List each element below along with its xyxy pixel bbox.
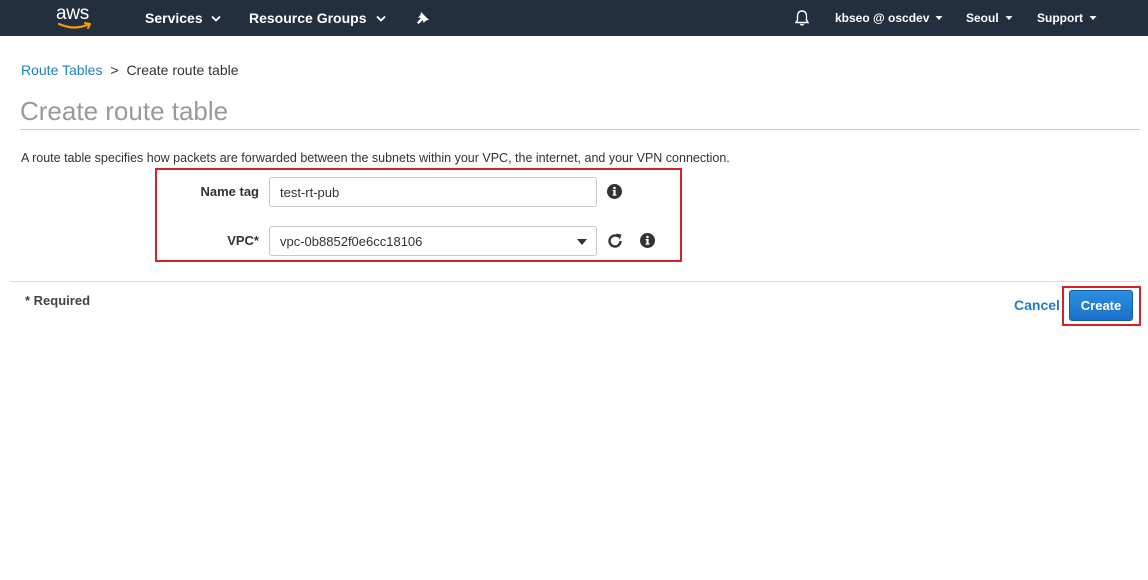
chevron-down-icon — [376, 15, 387, 22]
breadcrumb-route-tables-link[interactable]: Route Tables — [21, 62, 102, 78]
name-tag-label: Name tag — [200, 184, 259, 199]
vpc-select[interactable]: vpc-0b8852f0e6cc18106 — [269, 226, 597, 256]
breadcrumb-current: Create route table — [126, 62, 239, 78]
page-description: A route table specifies how packets are … — [21, 151, 730, 165]
breadcrumb: Route Tables > Create route table — [21, 62, 239, 78]
chevron-down-icon — [935, 15, 943, 21]
chevron-down-icon — [1089, 15, 1097, 21]
breadcrumb-separator: > — [110, 62, 119, 78]
vpc-selected-value: vpc-0b8852f0e6cc18106 — [280, 233, 423, 249]
aws-smile-icon — [58, 22, 91, 29]
cancel-button[interactable]: Cancel — [1014, 297, 1060, 313]
resource-groups-label: Resource Groups — [249, 10, 367, 26]
region-menu[interactable]: Seoul — [966, 0, 1013, 36]
page-title: Create route table — [20, 96, 229, 126]
pin-icon[interactable] — [414, 9, 432, 27]
info-icon[interactable] — [606, 183, 622, 199]
footer-divider — [10, 281, 1140, 282]
resource-groups-menu[interactable]: Resource Groups — [249, 0, 387, 36]
support-label: Support — [1037, 11, 1083, 25]
services-label: Services — [145, 10, 203, 26]
top-nav: aws Services Resource Groups kbseo @ osc… — [0, 0, 1148, 36]
create-button[interactable]: Create — [1069, 290, 1133, 321]
account-label: kbseo @ oscdev — [835, 11, 930, 25]
region-label: Seoul — [966, 11, 999, 25]
bell-icon[interactable] — [793, 8, 811, 28]
chevron-down-icon — [210, 15, 221, 22]
support-menu[interactable]: Support — [1037, 0, 1097, 36]
name-tag-input[interactable] — [269, 177, 597, 207]
vpc-label: VPC* — [227, 233, 259, 248]
services-menu[interactable]: Services — [145, 0, 221, 36]
aws-logo[interactable]: aws — [56, 3, 96, 33]
required-note: * Required — [25, 293, 91, 308]
title-divider — [20, 129, 1140, 130]
caret-down-icon — [577, 239, 587, 245]
account-menu[interactable]: kbseo @ oscdev — [835, 0, 943, 36]
info-icon[interactable] — [639, 232, 655, 248]
chevron-down-icon — [1005, 15, 1013, 21]
refresh-icon[interactable] — [605, 231, 625, 251]
